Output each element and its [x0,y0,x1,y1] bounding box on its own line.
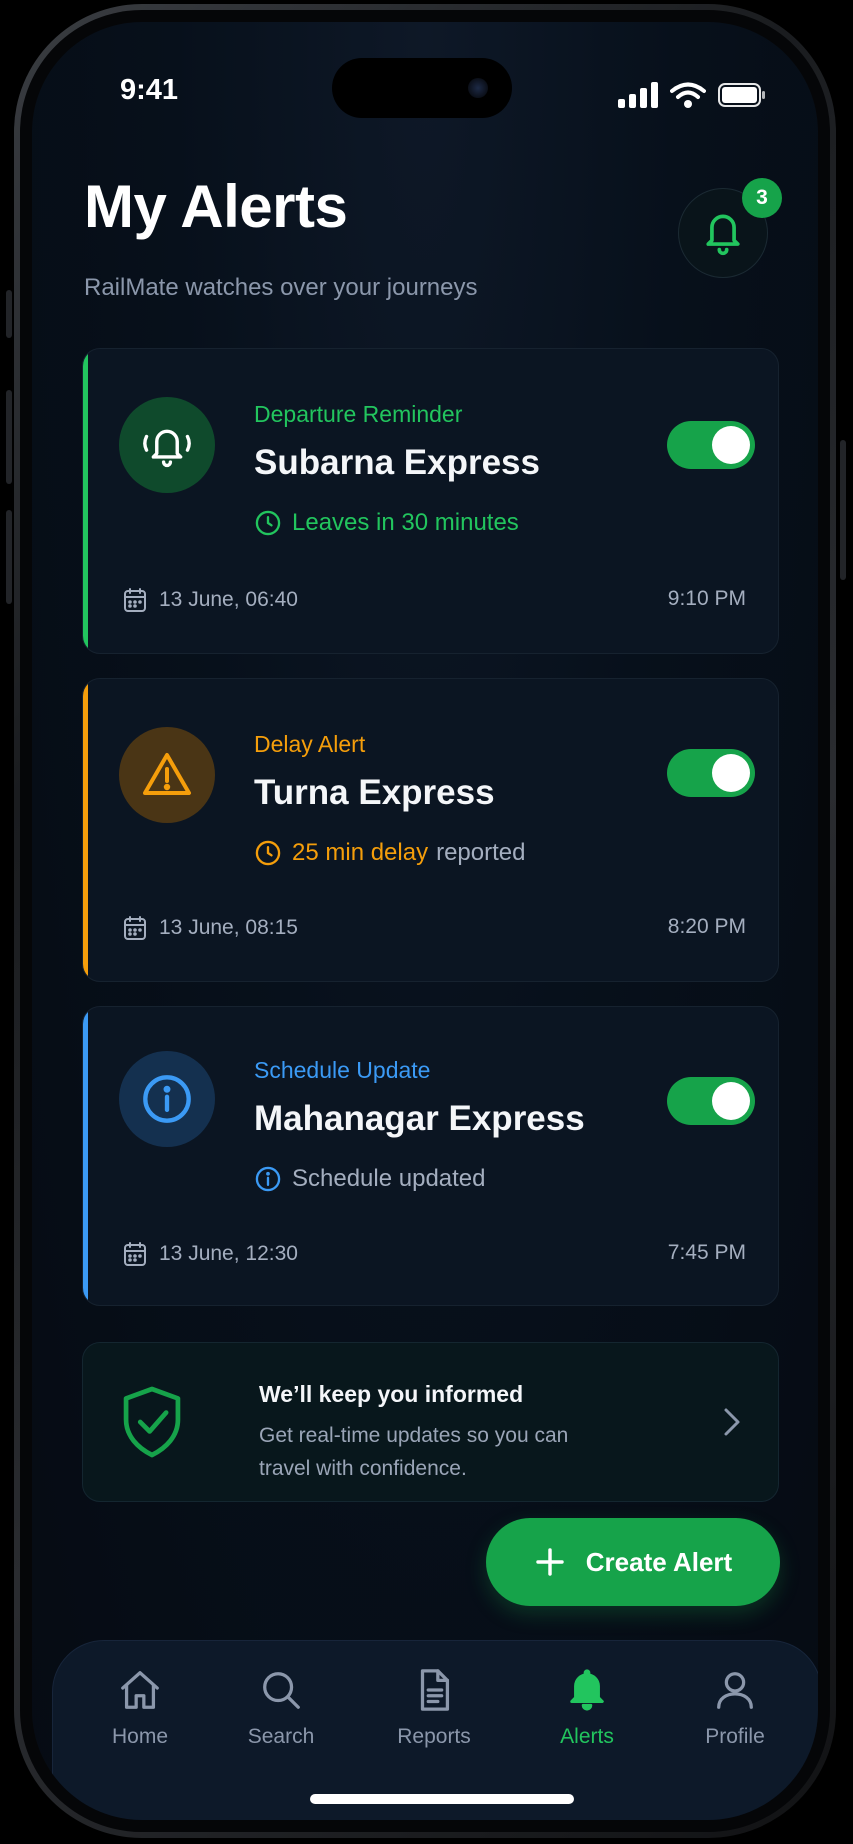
nav-item-profile[interactable]: Profile [675,1667,795,1749]
info-title: We’ll keep you informed [259,1381,524,1407]
nav-item-reports[interactable]: Reports [374,1667,494,1749]
side-button-action [6,290,12,338]
alert-date: 13 June, 08:15 [123,915,298,941]
nav-item-alerts[interactable]: Alerts [527,1667,647,1749]
status-text: Schedule updated [292,1165,486,1192]
create-alert-button[interactable]: Create Alert [486,1518,780,1606]
bell-icon [570,1669,604,1711]
card-accent [83,1007,88,1305]
nav-label: Home [111,1725,169,1748]
nav-item-search[interactable]: Search [221,1667,341,1749]
alert-card-delay[interactable]: Delay Alert Turna Express 25 min delay r… [82,678,779,982]
card-accent [83,679,88,981]
clock-icon [255,510,281,536]
card-accent [83,349,88,653]
info-small-icon [255,1166,281,1192]
train-name: Subarna Express [254,443,540,482]
warning-icon [143,753,191,795]
date-text: 13 June, 06:40 [159,588,298,611]
date-text: 13 June, 12:30 [159,1242,298,1265]
toggle-knob [712,1082,750,1120]
alert-toggle[interactable] [667,1077,755,1125]
clock-icon [255,840,281,866]
user-icon [717,1672,753,1709]
info-icon [143,1075,191,1123]
calendar-icon [124,588,146,612]
nav-label: Reports [397,1725,471,1748]
toggle-knob [712,426,750,464]
camera-icon [468,78,488,98]
phone-bezel: 9:41 My Alerts RailMate watches over you… [20,10,830,1832]
nav-label: Search [247,1725,315,1748]
alert-type: Departure Reminder [254,401,463,427]
nav-label: Profile [705,1725,765,1748]
wifi-icon [670,82,706,108]
alert-toggle[interactable] [667,421,755,469]
alert-time: 7:45 PM [667,1241,746,1264]
train-name: Mahanagar Express [254,1099,585,1138]
train-name: Turna Express [254,773,495,812]
dynamic-island [332,58,512,118]
shield-check-icon [119,1383,185,1466]
alert-type: Delay Alert [254,731,366,757]
calendar-icon [124,1242,146,1266]
status-text: Leaves in 30 minutes [292,509,519,536]
bell-icon [706,214,740,256]
page-subtitle: RailMate watches over your journeys [84,274,478,301]
alert-icon-badge [119,1051,215,1147]
side-button-power [840,440,846,580]
home-indicator[interactable] [310,1794,574,1804]
alert-toggle[interactable] [667,749,755,797]
alert-time: 9:10 PM [667,587,746,610]
nav-item-home[interactable]: Home [80,1667,200,1749]
create-alert-label: Create Alert [585,1546,733,1577]
phone-frame: 9:41 My Alerts RailMate watches over you… [14,4,836,1838]
calendar-icon [124,916,146,940]
document-icon [420,1669,450,1711]
home-icon [121,1671,159,1709]
toggle-knob [712,754,750,792]
alert-status: 25 min delay reported [254,839,525,867]
alert-date: 13 June, 12:30 [123,1241,298,1267]
alert-icon-badge [119,397,215,493]
bottom-nav: Home Search Reports Alerts Profile [52,1640,818,1820]
status-time: 9:41 [120,74,179,106]
alert-type: Schedule Update [254,1057,431,1083]
alert-icon-badge [119,727,215,823]
alert-date: 13 June, 06:40 [123,587,298,613]
alert-status: Schedule updated [254,1165,486,1193]
signal-icon [618,82,658,108]
nav-label: Alerts [560,1725,614,1748]
alert-card-schedule[interactable]: Schedule Update Mahanagar Express Schedu… [82,1006,779,1306]
alert-card-departure[interactable]: Departure Reminder Subarna Express Leave… [82,348,779,654]
plus-icon [536,1548,564,1576]
date-text: 13 June, 08:15 [159,916,298,939]
battery-icon [718,83,765,107]
notification-badge: 3 [742,178,782,218]
status-text: 25 min delay [292,839,429,866]
search-icon [263,1672,300,1709]
alert-time: 8:20 PM [667,915,746,938]
chevron-right-icon [722,1407,742,1442]
alert-status: Leaves in 30 minutes [254,509,519,537]
info-banner[interactable]: We’ll keep you informed Get real-time up… [82,1342,779,1502]
ringing-bell-icon [143,429,191,468]
status-icons [618,82,766,108]
side-button-volume-down [6,510,12,604]
side-button-volume-up [6,390,12,484]
status-suffix: reported [436,839,526,866]
app-screen: 9:41 My Alerts RailMate watches over you… [32,22,818,1820]
page-title: My Alerts [84,173,348,240]
info-description: Get real-time updates so you can travel … [259,1424,569,1480]
